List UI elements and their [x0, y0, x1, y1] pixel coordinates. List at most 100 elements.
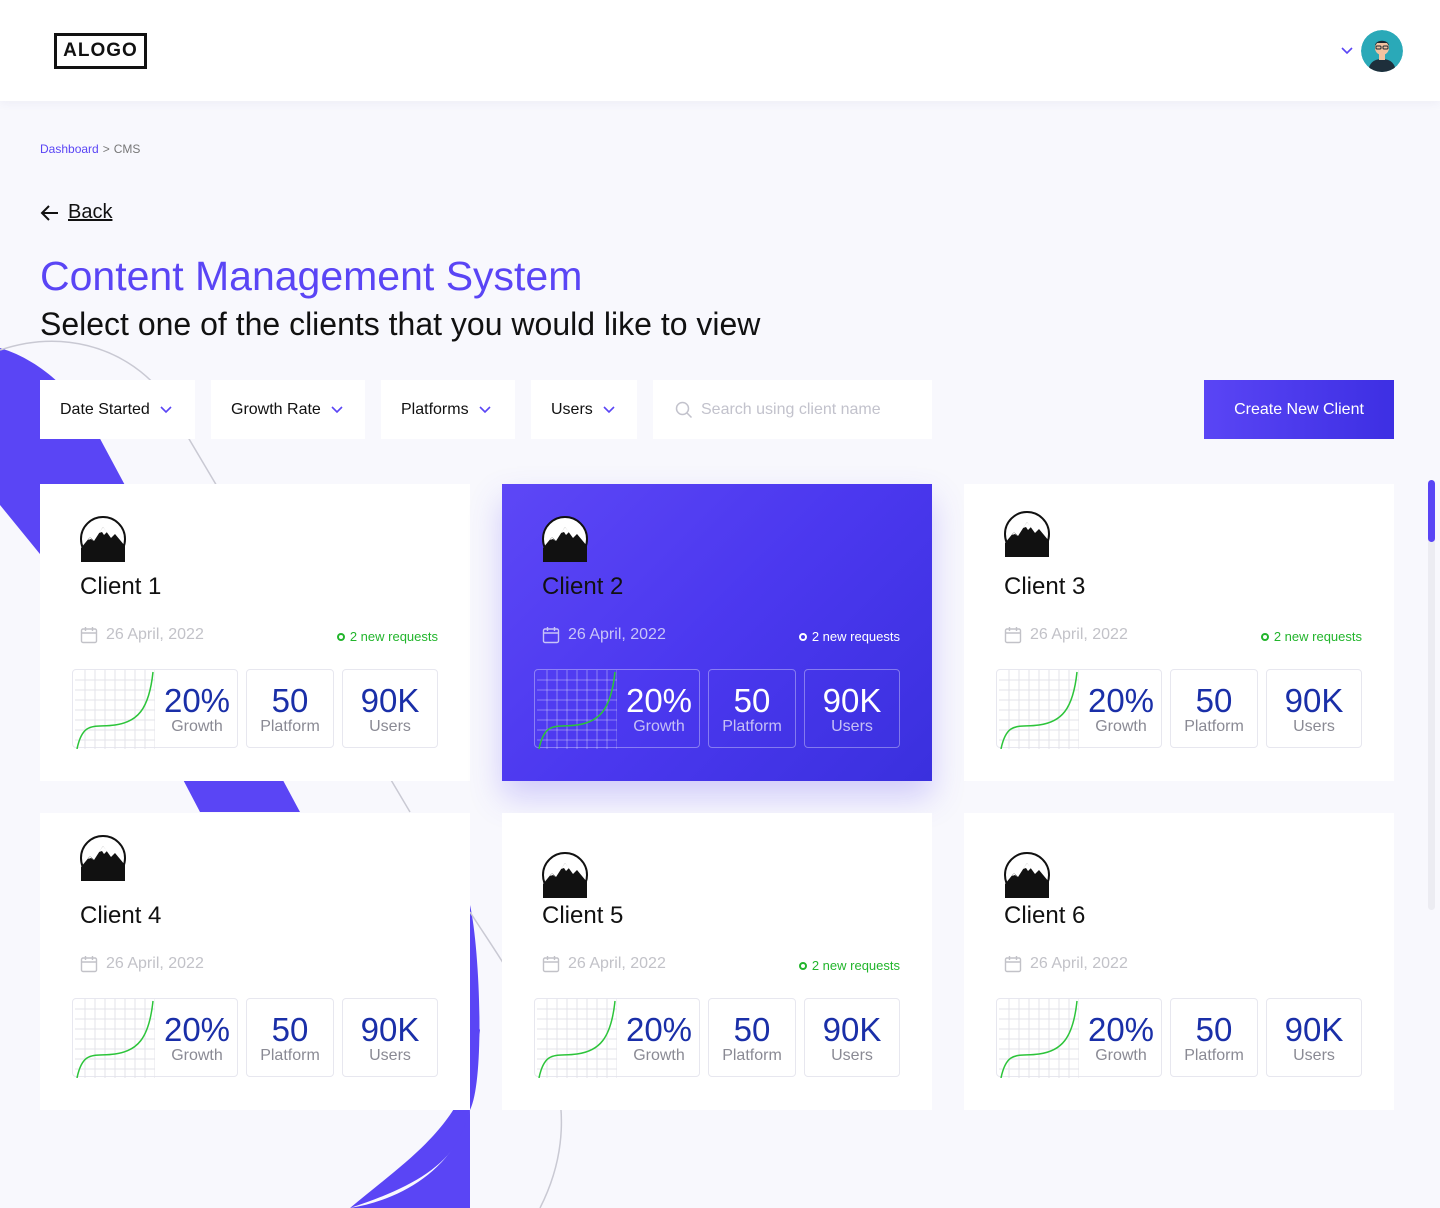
platform-label: Platform: [722, 1047, 782, 1064]
client-date: 26 April, 2022: [568, 626, 666, 643]
growth-chart: [537, 670, 617, 749]
filter-label: Platforms: [401, 400, 469, 418]
search-box[interactable]: [653, 380, 932, 439]
client-name: Client 4: [80, 902, 162, 929]
client-date: 26 April, 2022: [568, 955, 666, 972]
status-dot-icon: [1260, 632, 1269, 641]
growth-label: Growth: [633, 718, 685, 735]
users-value: 90K: [1284, 1011, 1344, 1048]
arrow-left-icon: [40, 204, 58, 221]
chevron-down-icon: [331, 405, 343, 413]
platform-value: 50: [1195, 682, 1233, 719]
platform-value: 50: [733, 682, 771, 719]
growth-stat: 20% Growth: [72, 669, 238, 749]
growth-stat: 20% Growth: [534, 669, 700, 749]
chevron-down-icon: [479, 405, 491, 413]
client-card-1[interactable]: Client 1 26 April, 2022 2 new requests 2…: [40, 484, 470, 781]
growth-label: Growth: [171, 1047, 223, 1064]
calendar-icon: [1004, 956, 1022, 973]
client-card-5[interactable]: Client 5 26 April, 2022 2 new requests 2…: [502, 813, 932, 1110]
platform-label: Platform: [260, 718, 320, 735]
client-card-4[interactable]: Client 4 26 April, 2022 20% Growth 50 Pl…: [40, 813, 470, 1110]
platform-stat: 50 Platform: [246, 998, 334, 1077]
platform-label: Platform: [722, 718, 782, 735]
client-name: Client 6: [1004, 902, 1086, 929]
growth-chart: [537, 999, 617, 1078]
growth-stat: 20% Growth: [72, 998, 238, 1078]
growth-value: 20%: [1087, 682, 1155, 719]
growth-value: 20%: [1087, 1011, 1155, 1048]
users-label: Users: [1293, 718, 1335, 735]
scrollbar[interactable]: [1428, 480, 1435, 910]
back-link[interactable]: Back: [40, 201, 112, 224]
filter-label: Date Started: [60, 400, 150, 418]
new-requests-badge[interactable]: 2 new requests: [1260, 629, 1362, 644]
users-value: 90K: [360, 1011, 420, 1048]
growth-chart: [75, 999, 155, 1078]
client-name: Client 1: [80, 573, 162, 600]
client-date: 26 April, 2022: [106, 626, 204, 643]
users-value: 90K: [822, 1011, 882, 1048]
new-requests-badge[interactable]: 2 new requests: [798, 629, 900, 644]
client-card-3[interactable]: Client 3 26 April, 2022 2 new requests 2…: [964, 484, 1394, 781]
main-content: Dashboard > CMS Back Content Management …: [0, 101, 1440, 1208]
mountain-icon: [1004, 852, 1050, 898]
platform-value: 50: [271, 1011, 309, 1048]
calendar-icon: [80, 627, 98, 644]
date-row: 26 April, 2022: [1004, 955, 1128, 973]
mountain-icon: [80, 835, 126, 881]
top-bar: ALOGO: [0, 0, 1440, 101]
platform-stat: 50 Platform: [708, 669, 796, 748]
client-card-6[interactable]: Client 6 26 April, 2022 20% Growth 50 Pl…: [964, 813, 1394, 1110]
search-input[interactable]: [701, 400, 921, 419]
avatar[interactable]: [1361, 30, 1403, 72]
users-label: Users: [369, 718, 411, 735]
users-stat: 90K Users: [804, 669, 900, 748]
users-value: 90K: [1284, 682, 1344, 719]
platform-stat: 50 Platform: [246, 669, 334, 748]
platform-value: 50: [1195, 1011, 1233, 1048]
users-value: 90K: [822, 682, 882, 719]
platform-label: Platform: [1184, 718, 1244, 735]
filter-users[interactable]: Users: [531, 380, 637, 439]
status-dot-icon: [798, 632, 807, 641]
users-stat: 90K Users: [342, 998, 438, 1077]
date-row: 26 April, 2022: [542, 626, 666, 644]
breadcrumb: Dashboard > CMS: [40, 142, 140, 156]
growth-stat: 20% Growth: [996, 669, 1162, 749]
breadcrumb-dashboard[interactable]: Dashboard: [40, 142, 99, 156]
platform-stat: 50 Platform: [1170, 998, 1258, 1077]
filter-platforms[interactable]: Platforms: [381, 380, 515, 439]
new-requests-badge[interactable]: 2 new requests: [798, 958, 900, 973]
back-label: Back: [68, 201, 113, 223]
growth-chart: [999, 999, 1079, 1078]
platform-value: 50: [271, 682, 309, 719]
date-row: 26 April, 2022: [80, 955, 204, 973]
chevron-down-icon: [160, 405, 172, 413]
logo[interactable]: ALOGO: [54, 33, 147, 69]
platform-value: 50: [733, 1011, 771, 1048]
filter-growth-rate[interactable]: Growth Rate: [211, 380, 365, 439]
calendar-icon: [80, 956, 98, 973]
filter-label: Growth Rate: [231, 400, 321, 418]
scrollbar-thumb[interactable]: [1428, 480, 1435, 542]
client-date: 26 April, 2022: [106, 955, 204, 972]
growth-chart: [75, 670, 155, 749]
users-value: 90K: [360, 682, 420, 719]
client-card-2[interactable]: Client 2 26 April, 2022 2 new requests 2…: [502, 484, 932, 781]
user-menu[interactable]: [1339, 30, 1403, 72]
new-requests-text: 2 new requests: [349, 629, 438, 644]
growth-value: 20%: [163, 682, 231, 719]
client-name: Client 5: [542, 902, 624, 929]
new-requests-badge[interactable]: 2 new requests: [336, 629, 438, 644]
users-stat: 90K Users: [1266, 998, 1362, 1077]
growth-chart: [999, 670, 1079, 749]
date-row: 26 April, 2022: [542, 955, 666, 973]
date-row: 26 April, 2022: [1004, 626, 1128, 644]
mountain-icon: [542, 852, 588, 898]
chevron-down-icon[interactable]: [1339, 43, 1355, 59]
create-new-client-button[interactable]: Create New Client: [1204, 380, 1394, 439]
chevron-down-icon: [603, 405, 615, 413]
breadcrumb-cms: CMS: [113, 142, 141, 156]
filter-date-started[interactable]: Date Started: [40, 380, 195, 439]
